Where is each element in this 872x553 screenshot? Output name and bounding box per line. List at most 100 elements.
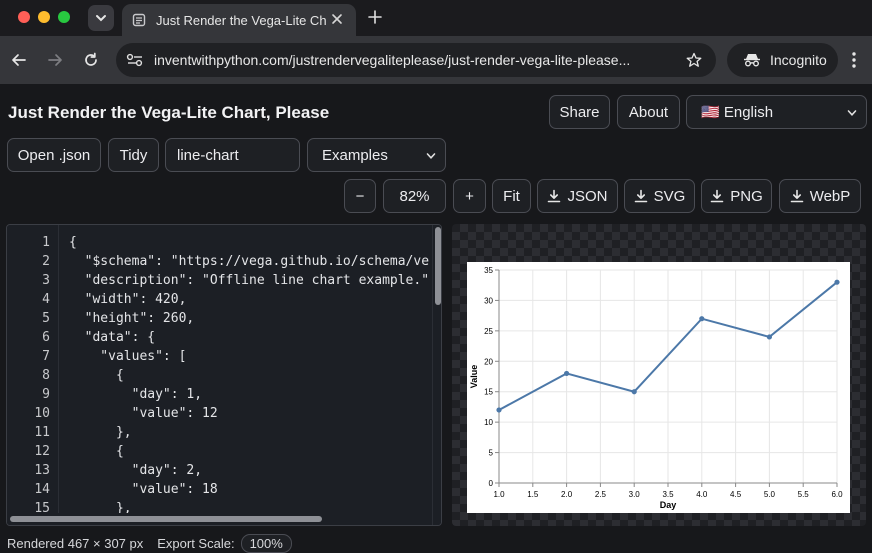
line-number-gutter: 12345678910111213141516 <box>7 225 59 525</box>
tab-search-button[interactable] <box>88 5 114 31</box>
line-number: 13 <box>34 463 50 478</box>
filename-input[interactable]: line-chart <box>165 138 300 172</box>
code-line: }, <box>69 425 132 440</box>
x-tick-label: 5.0 <box>764 490 776 499</box>
incognito-label: Incognito <box>770 52 827 68</box>
export-scale-label: Export Scale: <box>157 536 235 551</box>
data-point <box>564 370 570 377</box>
line-number: 1 <box>42 235 50 250</box>
horizontal-scrollbar[interactable] <box>7 513 432 525</box>
x-axis-title: Day <box>660 500 677 510</box>
browser-toolbar: inventwithpython.com/justrendervegalitep… <box>0 36 872 84</box>
export-svg-label: SVG <box>653 187 686 205</box>
about-button[interactable]: About <box>617 95 680 129</box>
page-icon <box>132 13 146 27</box>
line-number: 14 <box>34 482 50 497</box>
tidy-button[interactable]: Tidy <box>108 138 159 172</box>
download-icon <box>548 189 561 203</box>
x-tick-label: 1.5 <box>527 490 539 499</box>
line-number: 4 <box>42 292 50 307</box>
download-icon <box>634 189 647 203</box>
reload-button[interactable] <box>79 48 103 72</box>
chevron-down-icon <box>847 110 857 116</box>
x-tick-label: 2.5 <box>595 490 607 499</box>
back-button[interactable] <box>7 48 31 72</box>
export-json-button[interactable]: JSON <box>537 179 618 213</box>
share-button[interactable]: Share <box>549 95 610 129</box>
line-number: 5 <box>42 311 50 326</box>
x-tick-label: 2.0 <box>561 490 573 499</box>
code-line: { <box>69 368 124 383</box>
incognito-indicator[interactable]: Incognito <box>727 43 838 77</box>
page-title: Just Render the Vega-Lite Chart, Please <box>8 103 330 122</box>
export-png-label: PNG <box>730 187 763 205</box>
zoom-in-button[interactable]: + <box>453 179 486 213</box>
horizontal-scroll-thumb[interactable] <box>10 516 322 522</box>
fit-button[interactable]: Fit <box>492 179 531 213</box>
star-icon[interactable] <box>686 52 702 68</box>
export-webp-label: WebP <box>809 187 851 205</box>
code-line: "value": 12 <box>69 406 218 421</box>
close-icon[interactable] <box>330 12 344 26</box>
minimize-window-button[interactable] <box>38 11 50 23</box>
forward-button[interactable] <box>43 48 67 72</box>
code-line: "day": 2, <box>69 463 203 478</box>
plus-icon <box>368 10 382 24</box>
language-select[interactable]: 🇺🇸 English <box>686 95 867 129</box>
chevron-down-icon <box>96 15 106 22</box>
address-bar[interactable]: inventwithpython.com/justrendervegalitep… <box>116 43 716 77</box>
code-line: "description": "Offline line chart examp… <box>69 273 430 288</box>
line-number: 10 <box>34 406 50 421</box>
x-tick-label: 5.5 <box>798 490 810 499</box>
code-line: { <box>69 444 124 459</box>
zoom-out-button[interactable]: − <box>344 179 376 213</box>
incognito-icon <box>744 54 760 67</box>
export-scale-value[interactable]: 100% <box>240 534 292 553</box>
y-axis-title: Value <box>469 365 479 389</box>
line-number: 2 <box>42 254 50 269</box>
examples-select[interactable]: Examples <box>307 138 446 172</box>
line-number: 12 <box>34 444 50 459</box>
download-icon <box>710 189 724 203</box>
vertical-scroll-thumb[interactable] <box>435 227 441 305</box>
browser-tab[interactable]: Just Render the Vega-Lite Ch <box>122 4 356 36</box>
open-json-button[interactable]: Open .json <box>7 138 101 172</box>
x-tick-label: 3.5 <box>662 490 674 499</box>
reload-icon <box>85 52 97 66</box>
y-tick-label: 30 <box>484 296 493 305</box>
vertical-scrollbar[interactable] <box>432 225 441 525</box>
y-tick-label: 5 <box>489 449 494 458</box>
chevron-down-icon <box>426 153 436 159</box>
export-svg-button[interactable]: SVG <box>624 179 695 213</box>
filename-value: line-chart <box>177 146 239 164</box>
json-editor[interactable]: 12345678910111213141516 { "$schema": "ht… <box>6 224 442 526</box>
more-menu-icon[interactable] <box>846 50 862 70</box>
code-line: "values": [ <box>69 349 187 364</box>
examples-value: Examples <box>322 146 388 164</box>
export-json-label: JSON <box>567 187 608 205</box>
export-webp-button[interactable]: WebP <box>779 179 861 213</box>
x-tick-label: 6.0 <box>831 490 843 499</box>
new-tab-button[interactable] <box>364 6 386 28</box>
code-line: "value": 18 <box>69 482 218 497</box>
language-value: 🇺🇸 English <box>701 104 774 121</box>
maximize-window-button[interactable] <box>58 11 70 23</box>
export-png-button[interactable]: PNG <box>701 179 772 213</box>
y-tick-label: 25 <box>484 327 493 336</box>
close-window-button[interactable] <box>18 11 30 23</box>
y-tick-label: 15 <box>484 388 493 397</box>
code-line: "day": 1, <box>69 387 203 402</box>
code-line: { <box>69 235 77 250</box>
download-icon <box>790 189 804 203</box>
data-point <box>766 334 772 340</box>
line-number: 8 <box>42 368 50 383</box>
arrow-left-icon <box>12 54 26 66</box>
arrow-right-icon <box>48 54 62 66</box>
line-number: 9 <box>42 387 50 402</box>
site-settings-icon[interactable] <box>126 52 144 68</box>
x-tick-label: 4.0 <box>696 490 708 499</box>
line-number: 6 <box>42 330 50 345</box>
code-line: "$schema": "https://vega.github.io/schem… <box>69 254 430 269</box>
data-point <box>631 389 637 395</box>
line-number: 11 <box>34 425 50 440</box>
